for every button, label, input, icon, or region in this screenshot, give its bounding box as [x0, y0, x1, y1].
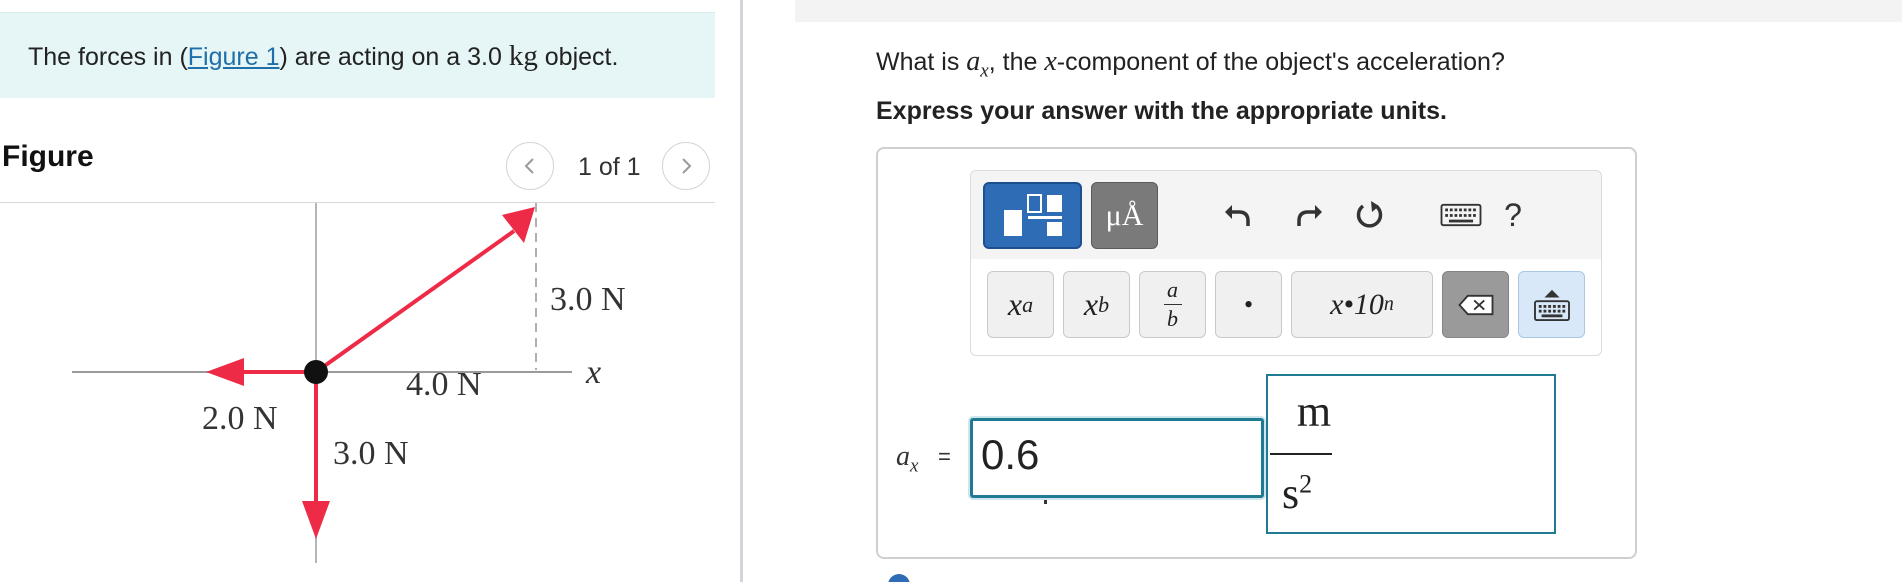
fraction-key-bar — [1163, 304, 1182, 305]
previous-figure-button[interactable] — [506, 142, 554, 190]
help-icon: ? — [1504, 196, 1522, 233]
unit-denominator-base: s — [1282, 469, 1300, 518]
label-down-force: 3.0 N — [333, 435, 409, 472]
chevron-left-icon — [524, 158, 534, 174]
problem-text-mass: ) are acting on a 3.0 — [279, 43, 509, 71]
question-variable-subscript: x — [980, 60, 989, 82]
fraction-key[interactable]: ab — [1139, 271, 1206, 338]
hint-badge-icon[interactable] — [888, 574, 910, 582]
scientific-notation-key[interactable]: x•10 n — [1291, 271, 1433, 338]
label-up-right-force: 3.0 N — [550, 281, 626, 318]
superscript-key[interactable]: xa — [987, 271, 1054, 338]
label-up-right-magnitude: 4.0 N — [406, 366, 482, 403]
unit-denominator-exponent: 2 — [1299, 469, 1313, 499]
problem-text-start: The forces in ( — [28, 43, 188, 71]
part-header-strip — [795, 0, 1902, 22]
figure-heading: Figure — [2, 140, 94, 173]
undo-button[interactable] — [1214, 191, 1262, 239]
label-x-axis: x — [585, 354, 601, 391]
answer-equals-sign: = — [938, 444, 951, 469]
reset-button[interactable] — [1346, 191, 1394, 239]
question-middle: , the — [988, 48, 1045, 76]
backspace-icon — [1457, 294, 1493, 315]
answer-instruction: Express your answer with the appropriate… — [876, 97, 1447, 125]
answer-value-input[interactable]: 0.6 — [970, 418, 1264, 498]
keyboard-toggle-key[interactable] — [1518, 271, 1585, 338]
unit-denominator: s2 — [1282, 468, 1312, 519]
templates-button[interactable] — [983, 182, 1082, 249]
subscript-key-base: x — [1083, 286, 1099, 322]
redo-button[interactable] — [1285, 191, 1333, 239]
question-x-symbol: x — [1044, 46, 1057, 77]
force-arrow-up-right-shaft — [314, 229, 516, 374]
multiply-dot-key[interactable]: • — [1215, 271, 1282, 338]
multiply-dot-label: • — [1243, 289, 1254, 319]
reset-icon — [1356, 201, 1383, 228]
scientific-key-base: x•10 — [1330, 287, 1384, 321]
problem-statement: The forces in (Figure 1) are acting on a… — [28, 40, 618, 73]
keyboard-toggle-icon — [1533, 289, 1570, 321]
question-prefix: What is — [876, 48, 967, 76]
input-cursor-marker — [1044, 500, 1047, 504]
scientific-key-exponent: n — [1383, 293, 1394, 315]
keyboard-shortcuts-button[interactable] — [1437, 191, 1485, 239]
question-suffix: -component of the object's acceleration? — [1056, 48, 1505, 76]
question-text: What is ax, the x-component of the objec… — [876, 46, 1505, 83]
next-figure-button[interactable] — [662, 142, 710, 190]
subscript-key[interactable]: xb — [1063, 271, 1130, 338]
backspace-key[interactable] — [1442, 271, 1509, 338]
force-arrow-left-head — [206, 358, 244, 386]
label-left-force: 2.0 N — [202, 400, 278, 437]
force-arrow-down-head — [302, 501, 330, 539]
panel-divider[interactable] — [740, 0, 743, 582]
templates-icon — [1003, 193, 1062, 236]
answer-variable-label: ax — [896, 441, 918, 478]
fraction-key-numerator: a — [1167, 277, 1178, 302]
chevron-right-icon — [682, 158, 692, 174]
force-diagram: 3.0 N 2.0 N 4.0 N 3.0 N x — [72, 203, 626, 563]
problem-text-end: object. — [537, 43, 619, 71]
figure-pager-count: 1 of 1 — [578, 153, 641, 181]
units-button[interactable]: μÅ — [1091, 182, 1158, 249]
question-variable-symbol: a — [966, 46, 981, 77]
unit-fraction-bar — [1270, 453, 1332, 455]
object-point — [304, 360, 328, 384]
redo-icon — [1297, 205, 1322, 226]
subscript-key-index: b — [1098, 291, 1110, 317]
question-variable: ax — [966, 46, 988, 82]
math-toolbar: μÅ ? xa xb ab • x•10 n — [970, 170, 1602, 356]
undo-icon — [1225, 205, 1250, 226]
answer-variable-symbol: a — [896, 441, 910, 472]
superscript-key-exponent: a — [1022, 291, 1034, 317]
answer-units-input[interactable]: m s2 — [1266, 374, 1556, 534]
units-icon: μÅ — [1105, 198, 1144, 232]
keyboard-icon — [1440, 203, 1482, 227]
mass-unit: kg — [508, 40, 538, 72]
help-button[interactable]: ? — [1489, 191, 1537, 239]
superscript-key-base: x — [1007, 286, 1023, 322]
figure-link[interactable]: Figure 1 — [188, 43, 280, 71]
answer-variable-subscript: x — [910, 455, 919, 477]
fraction-key-denominator: b — [1167, 306, 1178, 331]
unit-numerator: m — [1296, 387, 1332, 436]
